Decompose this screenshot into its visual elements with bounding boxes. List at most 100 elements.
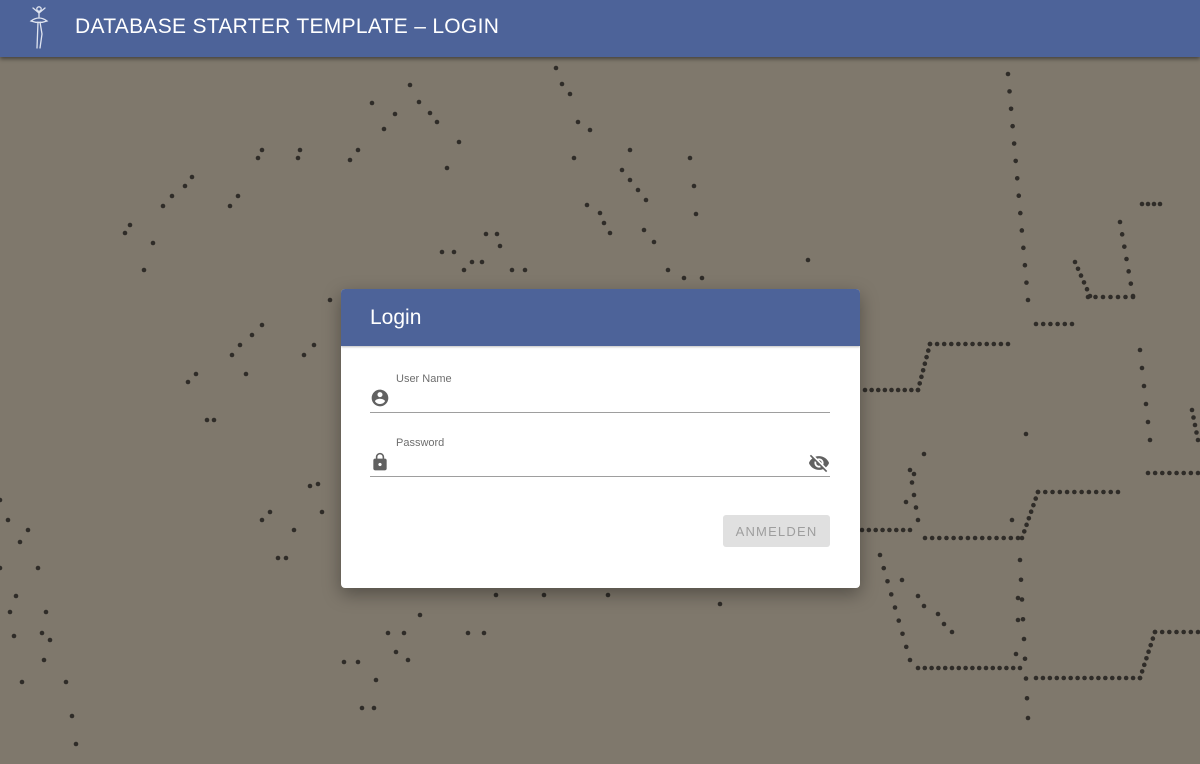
background-dot <box>920 367 926 373</box>
background-dot <box>237 342 243 348</box>
visibility-off-icon[interactable] <box>808 452 830 474</box>
background-dot <box>949 629 955 635</box>
background-dot <box>1016 193 1022 198</box>
password-field: Password <box>370 410 830 477</box>
background-dot <box>259 322 265 328</box>
username-label: User Name <box>396 373 452 385</box>
background-dot <box>951 535 956 541</box>
dialog-title: Login <box>370 306 422 329</box>
background-dot <box>1020 616 1026 622</box>
background-dot <box>43 609 49 615</box>
login-submit-button[interactable]: ANMELDEN <box>723 515 830 547</box>
background-dot <box>1005 341 1011 347</box>
background-dot <box>911 492 917 498</box>
background-dot <box>1019 597 1025 602</box>
background-dot <box>1082 675 1087 681</box>
background-dot <box>315 481 321 487</box>
background-dot <box>1024 522 1029 528</box>
background-dot <box>1072 259 1078 265</box>
background-dot <box>1103 675 1108 681</box>
background-dot <box>1021 636 1027 642</box>
background-dot <box>1093 489 1099 495</box>
background-dot <box>651 239 657 245</box>
background-dot <box>866 527 872 533</box>
username-input[interactable] <box>396 390 796 410</box>
background-dot <box>481 630 487 636</box>
background-dot <box>915 517 921 523</box>
background-dot <box>235 193 241 199</box>
background-dot <box>958 535 964 541</box>
background-dot <box>1069 321 1075 327</box>
background-dot <box>691 183 697 189</box>
background-dot <box>987 535 992 541</box>
background-dot <box>936 665 941 671</box>
background-dot <box>193 371 199 377</box>
background-dot <box>917 381 923 386</box>
background-dot <box>942 665 948 671</box>
background-dot <box>717 601 723 607</box>
background-dot <box>522 267 528 273</box>
background-dot <box>1057 489 1063 495</box>
background-dot <box>141 267 147 273</box>
background-dot <box>1021 245 1026 251</box>
background-dot <box>1128 281 1134 286</box>
background-dot <box>909 480 915 485</box>
background-dot <box>1078 273 1084 278</box>
background-dot <box>1159 470 1165 476</box>
background-dot <box>41 657 47 663</box>
background-dot <box>417 612 423 618</box>
background-dot <box>1023 676 1029 681</box>
background-dot <box>1075 266 1081 272</box>
background-dot <box>1022 656 1028 662</box>
background-dot <box>355 659 361 665</box>
background-dot <box>929 535 935 541</box>
background-dot <box>1139 365 1145 371</box>
background-dot <box>970 341 975 347</box>
background-dot <box>1033 496 1039 501</box>
background-dot <box>243 371 249 377</box>
background-dot <box>605 592 611 598</box>
background-dot <box>1087 293 1093 299</box>
background-dot <box>1055 321 1060 327</box>
background-dot <box>1040 675 1046 681</box>
background-dot <box>948 341 954 347</box>
background-dot <box>1119 232 1125 237</box>
background-dot <box>619 167 625 173</box>
background-dot <box>1181 470 1187 476</box>
background-dot <box>1191 415 1196 420</box>
background-dot <box>1117 219 1123 225</box>
background-dot <box>1010 665 1016 671</box>
background-dot <box>977 341 982 347</box>
background-dot <box>921 451 927 457</box>
background-dot <box>584 202 590 208</box>
background-dot <box>185 379 191 385</box>
background-dot <box>1137 675 1143 681</box>
background-dot <box>229 352 235 358</box>
background-dot <box>160 203 166 209</box>
background-dot <box>347 157 353 163</box>
background-dot <box>341 659 347 665</box>
background-dot <box>895 387 901 393</box>
background-dot <box>1189 407 1195 413</box>
background-dot <box>407 82 413 88</box>
background-dot <box>1126 269 1131 274</box>
password-input[interactable] <box>396 454 776 474</box>
background-dot <box>1145 419 1151 425</box>
background-dot <box>913 505 919 510</box>
background-dot <box>1093 294 1098 300</box>
background-dot <box>456 139 462 145</box>
background-dot <box>972 535 978 541</box>
background-dot <box>893 527 899 533</box>
background-dot <box>427 110 433 116</box>
background-dot <box>1159 629 1165 635</box>
background-dot <box>1019 535 1025 541</box>
app-title: DATABASE STARTER TEMPLATE – LOGIN <box>75 15 500 38</box>
background-dot <box>1084 286 1090 292</box>
background-dot <box>553 65 559 71</box>
background-dot <box>401 630 407 636</box>
background-dot <box>122 230 128 236</box>
background-dot <box>909 387 914 393</box>
background-dot <box>1115 489 1121 495</box>
background-dot <box>1022 262 1028 268</box>
background-dot <box>963 341 968 347</box>
